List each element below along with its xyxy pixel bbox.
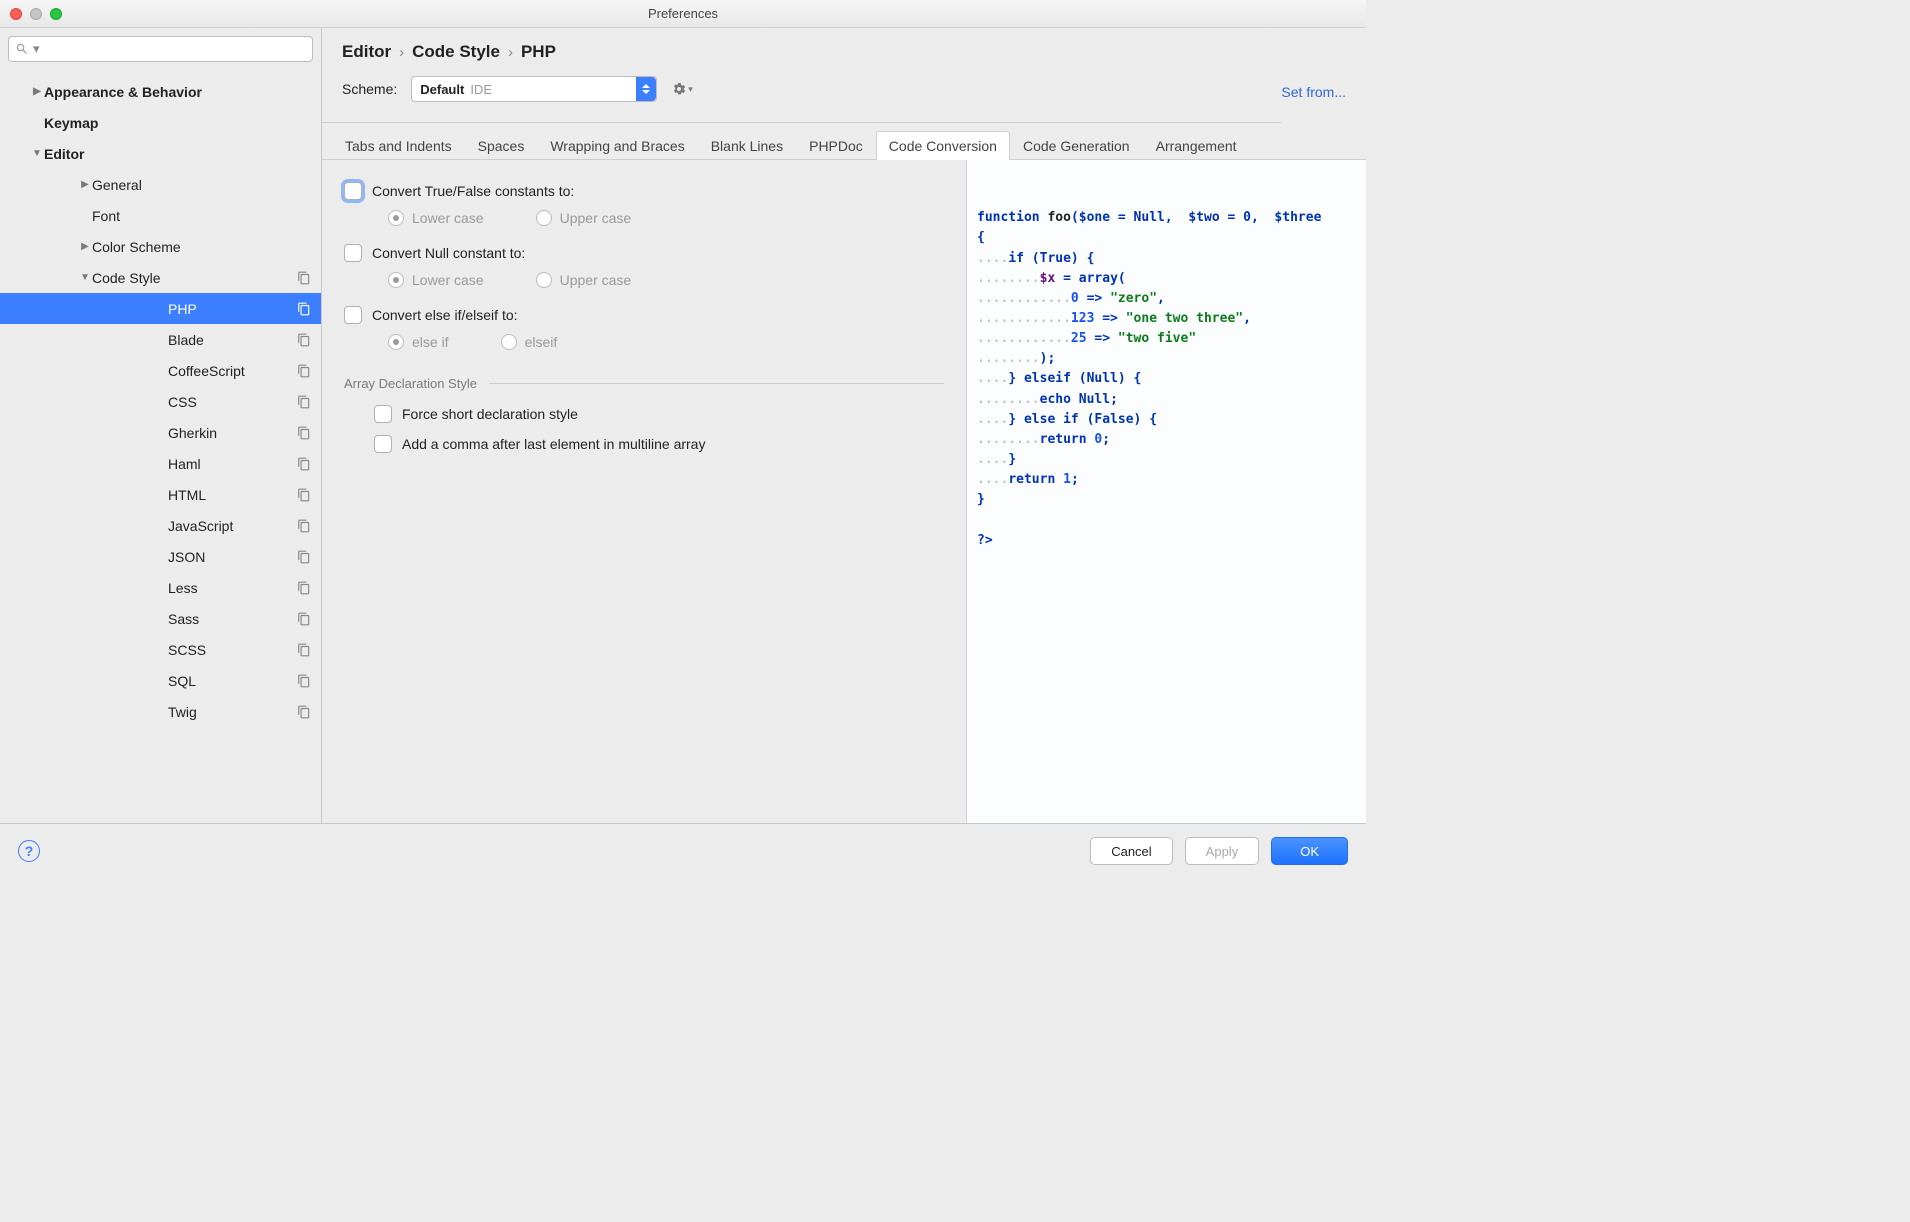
main-panel: Editor › Code Style › PHP Scheme: Defaul…	[322, 28, 1366, 823]
tree-item-keymap[interactable]: Keymap	[0, 107, 321, 138]
copy-icon[interactable]	[297, 302, 311, 316]
null-upper-radio[interactable]: Upper case	[536, 272, 632, 288]
tab-blank-lines[interactable]: Blank Lines	[698, 131, 796, 160]
null-lower-radio[interactable]: Lower case	[388, 272, 484, 288]
truefalse-lower-radio[interactable]: Lower case	[388, 210, 484, 226]
tree-item-editor[interactable]: ▼Editor	[0, 138, 321, 169]
array-section-label: Array Declaration Style	[344, 376, 944, 391]
copy-icon[interactable]	[297, 333, 311, 347]
tree-item-appearance-behavior[interactable]: ▶Appearance & Behavior	[0, 76, 321, 107]
tree-item-gherkin[interactable]: Gherkin	[0, 417, 321, 448]
tree-item-general[interactable]: ▶General	[0, 169, 321, 200]
add-comma-label: Add a comma after last element in multil…	[402, 436, 705, 452]
cancel-button[interactable]: Cancel	[1090, 837, 1172, 865]
tab-tabs-and-indents[interactable]: Tabs and Indents	[332, 131, 465, 160]
elseif-1-radio[interactable]: else if	[388, 334, 449, 350]
breadcrumb-editor[interactable]: Editor	[342, 42, 391, 62]
tree-item-coffeescript[interactable]: CoffeeScript	[0, 355, 321, 386]
tree-arrow-icon: ▶	[30, 86, 44, 97]
breadcrumb: Editor › Code Style › PHP	[322, 28, 1281, 70]
tree-item-code-style[interactable]: ▼Code Style	[0, 262, 321, 293]
copy-icon[interactable]	[297, 643, 311, 657]
tabs: Tabs and IndentsSpacesWrapping and Brace…	[322, 123, 1366, 160]
tree-item-sql[interactable]: SQL	[0, 665, 321, 696]
copy-icon[interactable]	[297, 705, 311, 719]
tree-item-scss[interactable]: SCSS	[0, 634, 321, 665]
elseif-2-radio[interactable]: elseif	[501, 334, 558, 350]
chevron-down-icon: ▾	[33, 41, 40, 57]
copy-icon[interactable]	[297, 674, 311, 688]
tree-item-font[interactable]: Font	[0, 200, 321, 231]
convert-elseif-label: Convert else if/elseif to:	[372, 307, 518, 323]
copy-icon[interactable]	[297, 364, 311, 378]
convert-elseif-checkbox[interactable]	[344, 306, 362, 324]
breadcrumb-php: PHP	[521, 42, 556, 62]
tab-wrapping-and-braces[interactable]: Wrapping and Braces	[537, 131, 697, 160]
convert-truefalse-checkbox[interactable]	[344, 182, 362, 200]
force-short-label: Force short declaration style	[402, 406, 578, 422]
chevron-right-icon: ›	[508, 44, 513, 61]
scheme-label: Scheme:	[342, 81, 397, 97]
tree-item-blade[interactable]: Blade	[0, 324, 321, 355]
add-comma-checkbox[interactable]	[374, 435, 392, 453]
footer: ? Cancel Apply OK	[0, 823, 1366, 878]
tree-arrow-icon: ▼	[30, 148, 44, 159]
copy-icon[interactable]	[297, 395, 311, 409]
tree-item-color-scheme[interactable]: ▶Color Scheme	[0, 231, 321, 262]
convert-null-checkbox[interactable]	[344, 244, 362, 262]
copy-icon[interactable]	[297, 519, 311, 533]
copy-icon[interactable]	[297, 426, 311, 440]
copy-icon[interactable]	[297, 550, 311, 564]
copy-icon[interactable]	[297, 488, 311, 502]
tab-code-conversion[interactable]: Code Conversion	[876, 131, 1010, 160]
form-panel: Convert True/False constants to: Lower c…	[322, 160, 966, 823]
set-from-link[interactable]: Set from...	[1281, 28, 1346, 123]
chevron-right-icon: ›	[399, 44, 404, 61]
tree-arrow-icon: ▶	[78, 179, 92, 190]
force-short-checkbox[interactable]	[374, 405, 392, 423]
tab-arrangement[interactable]: Arrangement	[1143, 131, 1250, 160]
copy-icon[interactable]	[297, 612, 311, 626]
window-title: Preferences	[0, 6, 1366, 21]
truefalse-upper-radio[interactable]: Upper case	[536, 210, 632, 226]
search-input[interactable]: ▾	[8, 36, 313, 62]
ok-button[interactable]: OK	[1271, 837, 1348, 865]
gear-icon[interactable]: ▾	[671, 81, 693, 97]
tree-item-less[interactable]: Less	[0, 572, 321, 603]
apply-button[interactable]: Apply	[1185, 837, 1260, 865]
scheme-scope: IDE	[470, 82, 492, 97]
tab-code-generation[interactable]: Code Generation	[1010, 131, 1143, 160]
sidebar: ▾ ▶Appearance & BehaviorKeymap▼Editor▶Ge…	[0, 28, 322, 823]
select-caret-icon	[636, 77, 656, 101]
copy-icon[interactable]	[297, 271, 311, 285]
settings-tree: ▶Appearance & BehaviorKeymap▼Editor▶Gene…	[0, 70, 321, 823]
tree-item-json[interactable]: JSON	[0, 541, 321, 572]
tree-arrow-icon: ▶	[78, 241, 92, 252]
tree-item-sass[interactable]: Sass	[0, 603, 321, 634]
search-icon	[15, 42, 29, 56]
tree-item-css[interactable]: CSS	[0, 386, 321, 417]
scheme-select[interactable]: Default IDE	[411, 76, 657, 102]
help-button[interactable]: ?	[18, 840, 40, 862]
tree-item-html[interactable]: HTML	[0, 479, 321, 510]
breadcrumb-codestyle[interactable]: Code Style	[412, 42, 500, 62]
tab-spaces[interactable]: Spaces	[465, 131, 538, 160]
tree-arrow-icon: ▼	[78, 272, 92, 283]
tree-item-javascript[interactable]: JavaScript	[0, 510, 321, 541]
convert-null-label: Convert Null constant to:	[372, 245, 525, 261]
copy-icon[interactable]	[297, 581, 311, 595]
titlebar: Preferences	[0, 0, 1366, 28]
tree-item-twig[interactable]: Twig	[0, 696, 321, 727]
code-preview: function foo($one = Null, $two = 0, $thr…	[966, 160, 1366, 823]
tree-item-php[interactable]: PHP	[0, 293, 321, 324]
tree-item-haml[interactable]: Haml	[0, 448, 321, 479]
convert-truefalse-label: Convert True/False constants to:	[372, 183, 574, 199]
tab-phpdoc[interactable]: PHPDoc	[796, 131, 876, 160]
scheme-value: Default	[420, 82, 464, 97]
copy-icon[interactable]	[297, 457, 311, 471]
